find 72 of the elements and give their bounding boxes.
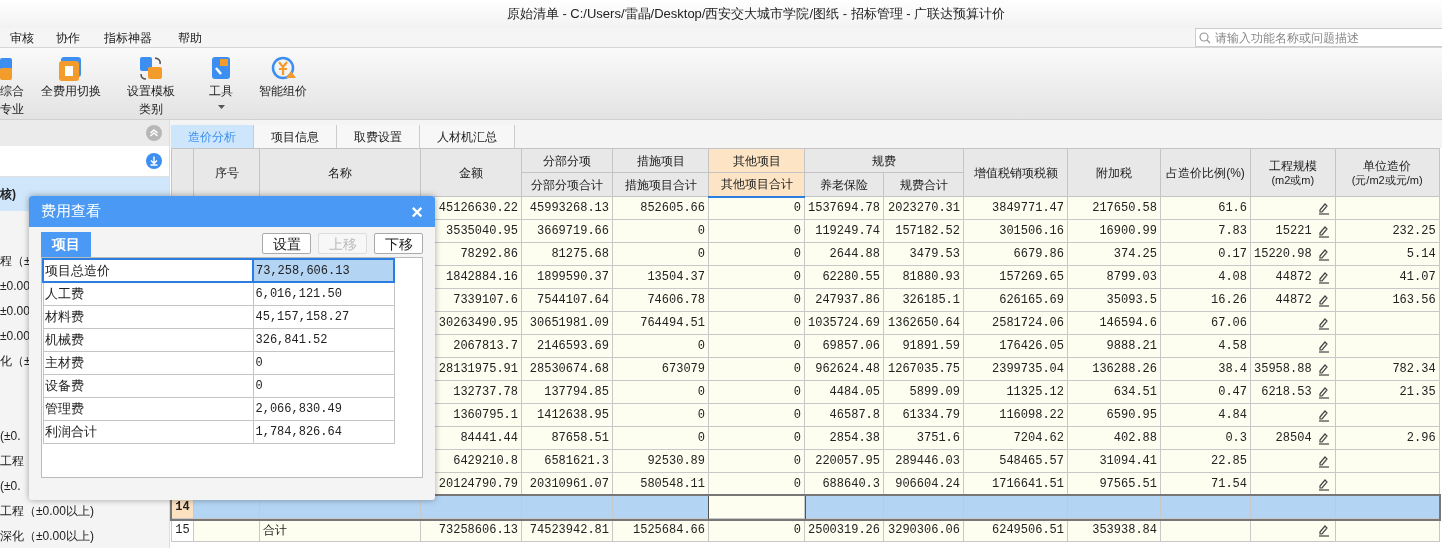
ribbon-button[interactable]: 工具 [196,54,246,109]
pencil-icon[interactable] [1317,293,1330,307]
column-header: 工程规模 (m2或m) [1250,148,1336,197]
ribbon-button[interactable]: 综合 专业 [0,54,30,118]
table-cell: 2,066,830.49 [253,397,394,420]
column-header: 增值税销项税额 [963,148,1068,197]
column-header: 序号 [193,148,260,197]
column-header: 名称 [259,148,421,197]
ribbon-button[interactable]: 全费用切换 [36,54,106,100]
table-cell: 人工费 [43,282,253,305]
pencil-icon[interactable] [1317,431,1330,445]
table-cell-text: 15220.98 [1254,246,1312,263]
table-cell: 项目总造价 [43,259,253,282]
download-icon[interactable] [146,152,162,169]
dialog-button[interactable]: 下移 [374,233,423,254]
template-icon [137,54,165,82]
column-header: 其他项目 [708,148,805,173]
table-cell: 机械费 [43,328,253,351]
tree-item[interactable]: 深化（±0.00以上) [0,523,169,548]
menu-item[interactable]: 协作 [56,28,80,47]
column-header: 分部分项 [521,148,613,173]
column-header: 单位造价 (元/m2或元/m) [1335,148,1440,197]
pencil-icon[interactable] [1317,339,1330,353]
pencil-icon[interactable] [1317,224,1330,238]
tree-item[interactable]: 工程（±0.00以上) [0,498,169,523]
table-cell: 1,784,826.64 [253,420,394,443]
table-cell: 设备费 [43,374,253,397]
pencil-icon[interactable] [1317,408,1330,422]
column-header: 规费 [804,148,964,173]
window-title: 原始清单 - C:/Users/雷晶/Desktop/西安交大城市学院/图纸 - 招标管理 - 广联达预算计价 [506,5,1006,24]
menu-item[interactable]: 审核 [10,28,34,47]
caret-icon [217,105,225,109]
pencil-icon[interactable] [1317,523,1330,537]
pencil-icon[interactable] [1317,362,1330,376]
column-header: 措施项目 [612,148,709,173]
yen-icon [269,54,297,82]
column-header: 附加税 [1067,148,1161,197]
table-cell: 利润合计 [43,420,253,443]
table-cell: 0 [253,351,394,374]
table-cell: 管理费 [43,397,253,420]
table-cell: 主材费 [43,351,253,374]
table-cell-text: 35958.88 [1254,361,1312,378]
pencil-icon[interactable] [1317,247,1330,261]
table-cell-text: 44872 [1275,292,1312,309]
table-cell: 6,016,121.50 [253,282,394,305]
table-cell: 326,841.52 [253,328,394,351]
column-header: 措施项目合计 [612,172,709,197]
menu-item[interactable]: 帮助 [178,28,202,47]
dialog-button[interactable]: 设置 [262,233,311,254]
table-cell-text: 6218.53 [1261,384,1312,401]
pencil-icon[interactable] [1317,454,1330,468]
pencil-icon[interactable] [1317,316,1330,330]
pencil-icon[interactable] [1317,270,1330,284]
table-cell: 45,157,158.27 [253,305,394,328]
pencil-icon[interactable] [1317,477,1330,491]
column-header: 金额 [420,148,522,197]
pencil-icon[interactable] [1317,385,1330,399]
table-cell: 0 [253,374,394,397]
column-header: 其他项目合计 [708,172,805,197]
table-cell-text: 44872 [1275,269,1312,286]
pencil-icon[interactable] [1317,201,1330,215]
column-header: 占造价比例(%) [1160,148,1251,197]
ribbon-button[interactable]: 智能组价 [252,54,314,100]
table-cell: 材料费 [43,305,253,328]
table-cell: 73,258,606.13 [253,259,394,282]
table-cell-text: 15221 [1275,223,1312,240]
column-header: 分部分项合计 [521,172,613,197]
ribbon-button[interactable]: 设置模板 类别 [112,54,190,118]
search-field[interactable]: 请输入功能名称或问题描述 [1195,28,1442,47]
search-icon [1199,31,1211,44]
menu-item[interactable]: 指标神器 [104,28,152,47]
table-cell-text: 28504 [1275,430,1312,447]
